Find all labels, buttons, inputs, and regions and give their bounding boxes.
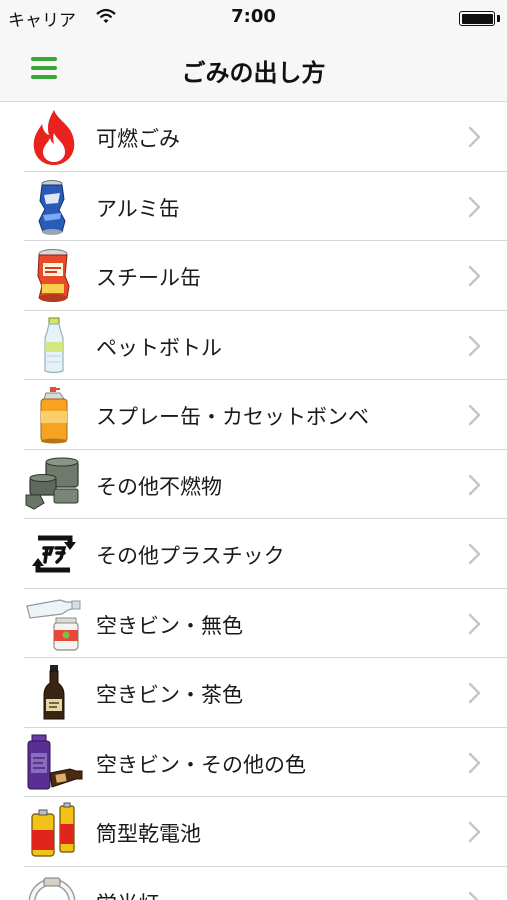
status-time: 7:00 [231, 6, 276, 27]
battery-icon [459, 11, 495, 26]
chevron-right-icon [468, 682, 481, 704]
list-item-label: アルミ缶 [96, 196, 180, 221]
list-item[interactable]: 空きビン・茶色 [0, 658, 507, 728]
chevron-right-icon [468, 821, 481, 843]
chevron-right-icon [468, 265, 481, 287]
clear-bottle-icon [26, 598, 81, 651]
list-item-label: ペットボトル [96, 335, 222, 360]
navigation-bar: ごみの出し方 [0, 34, 507, 102]
page-title: ごみの出し方 [181, 59, 326, 87]
chevron-right-icon [468, 474, 481, 495]
plastic-recycle-mark-icon [32, 535, 76, 573]
chevron-right-icon [468, 126, 481, 148]
list-item-label: 空きビン・無色 [96, 613, 243, 638]
chevron-right-icon [468, 891, 480, 900]
list-item[interactable]: 可燃ごみ [0, 102, 507, 172]
list-item[interactable]: 蛍光灯 [0, 866, 507, 900]
status-bar: キャリア 7:00 [0, 0, 507, 34]
spray-can-icon [40, 387, 68, 444]
battery-tip [497, 15, 500, 22]
chevron-right-icon [468, 543, 481, 565]
list-item[interactable]: アルミ缶 [0, 171, 507, 241]
list-item-label: その他プラスチック [96, 544, 285, 568]
fluorescent-lamp-icon [28, 877, 76, 900]
cookware-icon [25, 457, 79, 510]
list-item[interactable]: その他プラスチック [0, 519, 507, 589]
list-item[interactable]: スプレー缶・カセットボンベ [0, 380, 507, 450]
list-item-label: 筒型乾電池 [96, 822, 201, 846]
colored-bottle-icon [27, 734, 83, 789]
garbage-category-list: 可燃ごみ アルミ缶 スチール缶 ペットボトル スプレー缶・カセットボンベ その他… [0, 102, 507, 900]
brown-bottle-icon [43, 665, 65, 720]
list-item[interactable]: ペットボトル [0, 310, 507, 380]
pet-bottle-icon [44, 317, 64, 373]
list-item-label: スチール缶 [96, 266, 201, 290]
battery-icon [31, 802, 75, 857]
list-item[interactable]: 筒型乾電池 [0, 797, 507, 867]
list-item[interactable]: その他不燃物 [0, 449, 507, 519]
list-item-label: 可燃ごみ [96, 127, 180, 151]
list-item-label: 蛍光灯 [96, 888, 159, 900]
chevron-right-icon [468, 335, 481, 356]
list-item-label: 空きビン・その他の色 [96, 752, 306, 777]
list-item[interactable]: 空きビン・その他の色 [0, 727, 507, 797]
list-item-label: スプレー缶・カセットボンベ [96, 405, 369, 429]
list-item-label: 空きビン・茶色 [96, 683, 243, 707]
chevron-right-icon [468, 404, 481, 426]
aluminum-can-icon [38, 179, 66, 235]
chevron-right-icon [468, 613, 481, 634]
list-item[interactable]: スチール缶 [0, 241, 507, 311]
steel-can-icon [37, 249, 70, 302]
chevron-right-icon [468, 196, 481, 217]
list-item[interactable]: 空きビン・無色 [0, 588, 507, 658]
flame-icon [33, 110, 75, 165]
chevron-right-icon [468, 752, 481, 773]
list-item-label: その他不燃物 [96, 474, 222, 499]
